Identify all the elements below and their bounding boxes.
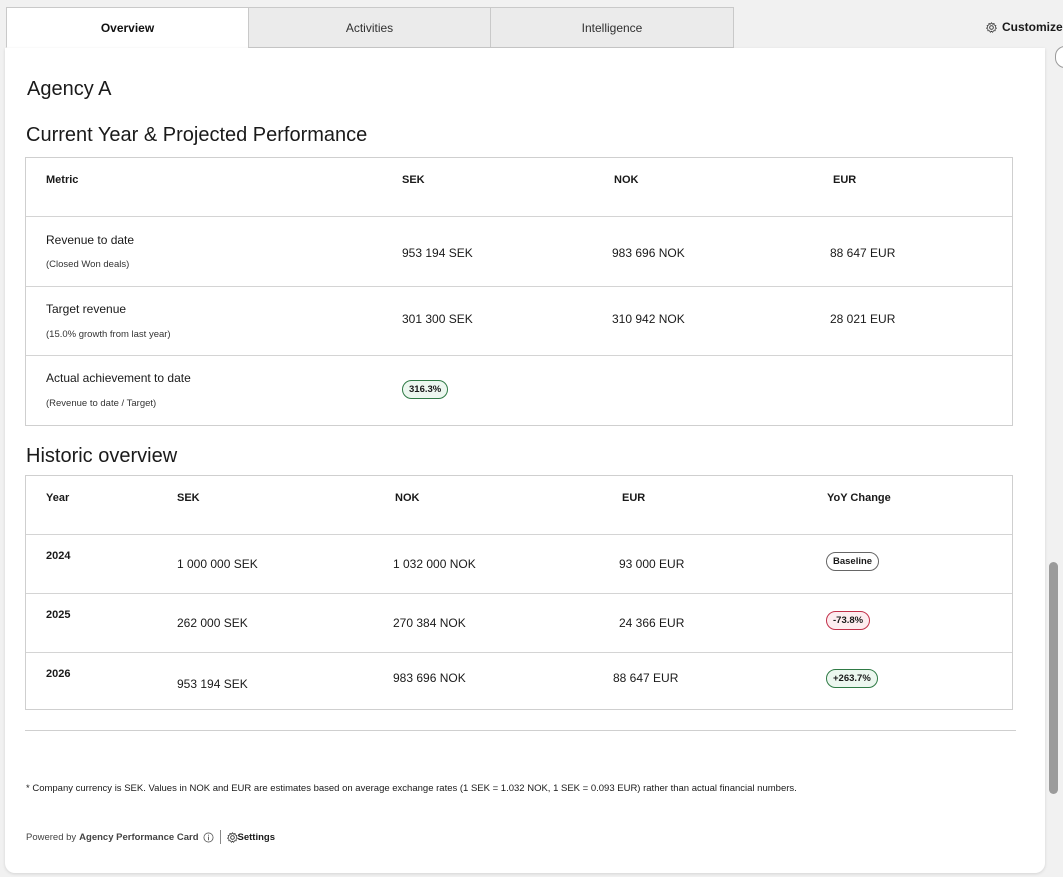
brand-name: Agency Performance Card [79,831,199,843]
value-nok: 983 696 NOK [612,246,685,260]
value-eur: 88 647 EUR [830,246,896,260]
value-sek: 953 194 SEK [177,677,248,691]
agency-name: Agency A [27,78,112,100]
header-sek: SEK [402,174,425,186]
metric-sublabel: (Closed Won deals) [46,259,130,270]
value-nok: 270 384 NOK [393,616,466,630]
value-nok: 983 696 NOK [393,671,466,685]
value-sek: 301 300 SEK [402,312,473,326]
header-metric: Metric [46,174,79,186]
current-performance-title: Current Year & Projected Performance [26,124,368,146]
yoy-change-badge: Baseline [826,552,880,571]
metric-label: Target revenue [46,302,127,316]
footer: Powered by Agency Performance Card Setti… [26,829,275,845]
customize-button[interactable]: Customize [986,18,1063,36]
metric-label: Revenue to date [46,233,135,247]
tab-intelligence[interactable]: Intelligence [490,7,734,48]
table-row: Target revenue (15.0% growth from last y… [26,287,1012,356]
value-eur: 24 366 EUR [619,616,685,630]
table-row: 2024 1 000 000 SEK 1 032 000 NOK 93 000 … [26,535,1012,594]
value-sek: 953 194 SEK [402,246,473,260]
metric-label: Actual achievement to date [46,371,191,385]
customize-label: Customize [1002,20,1063,34]
section-divider [25,730,1016,731]
value-eur: 28 021 EUR [830,312,896,326]
value-eur: 93 000 EUR [619,557,685,571]
settings-label: Settings [237,831,275,843]
info-icon[interactable] [203,832,214,843]
header-eur: EUR [833,174,857,186]
current-performance-table: Metric SEK NOK EUR Revenue to date (Clos… [25,157,1013,426]
yoy-change-badge: -73.8% [826,611,871,630]
metric-sublabel: (15.0% growth from last year) [46,329,171,340]
tab-overview[interactable]: Overview [6,7,249,48]
currency-footnote: * Company currency is SEK. Values in NOK… [26,783,797,794]
historic-overview-title: Historic overview [26,445,178,467]
header-yoy-change: YoY Change [827,492,891,504]
value-nok: 1 032 000 NOK [393,557,476,571]
scrollbar-thumb[interactable] [1049,562,1058,794]
table-row: 2026 953 194 SEK 983 696 NOK 88 647 EUR … [26,653,1012,709]
metric-sublabel: (Revenue to date / Target) [46,398,157,409]
settings-gear-icon [226,831,238,843]
table-row: Revenue to date (Closed Won deals) 953 1… [26,217,1012,287]
value-sek: 1 000 000 SEK [177,557,258,571]
header-eur: EUR [622,492,646,504]
value-eur: 88 647 EUR [613,671,679,685]
footer-separator [219,830,221,844]
value-sek: 262 000 SEK [177,616,248,630]
tab-bar: Overview Activities Intelligence Customi… [0,0,1063,48]
settings-link[interactable]: Settings [226,831,275,843]
value-nok: 310 942 NOK [612,312,685,326]
table-header-row: Metric SEK NOK EUR [26,158,1012,217]
header-nok: NOK [614,174,639,186]
achievement-badge: 316.3% [402,380,449,399]
table-header-row: Year SEK NOK EUR YoY Change [26,476,1012,535]
powered-by-label: Powered by [26,831,77,843]
table-row: 2025 262 000 SEK 270 384 NOK 24 366 EUR … [26,594,1012,653]
table-row: Actual achievement to date (Revenue to d… [26,356,1012,425]
year-cell: 2024 [46,550,71,562]
header-nok: NOK [395,492,420,504]
gear-icon [986,21,997,33]
historic-overview-table: Year SEK NOK EUR YoY Change 2024 1 000 0… [25,475,1013,710]
header-year: Year [46,492,70,504]
year-cell: 2025 [46,609,71,621]
tab-activities[interactable]: Activities [248,7,491,48]
yoy-change-badge: +263.7% [826,669,878,688]
header-sek: SEK [177,492,200,504]
year-cell: 2026 [46,668,71,680]
